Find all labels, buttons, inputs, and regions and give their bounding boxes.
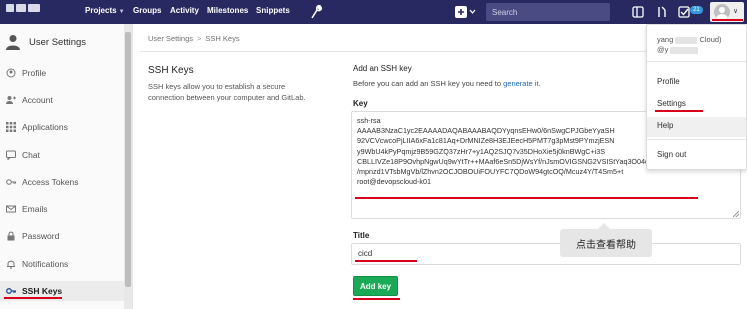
breadcrumb-current: SSH Keys <box>205 34 240 43</box>
nav-snippets[interactable]: Snippets <box>256 6 290 15</box>
key-icon <box>6 288 16 294</box>
search-input[interactable] <box>492 8 604 17</box>
sidebar-item-ssh-keys[interactable]: SSH Keys <box>6 286 62 296</box>
sidebar-item-account[interactable]: Account <box>6 95 53 105</box>
sidebar-item-emails[interactable]: Emails <box>6 204 48 214</box>
sidebar-item-chat[interactable]: Chat <box>6 150 40 160</box>
dropdown-username: yang <box>657 35 674 44</box>
textarea-resize-handle[interactable] <box>733 211 739 217</box>
page-description: SSH keys allow you to establish a secure… <box>148 82 306 102</box>
dropdown-handle: @y <box>657 45 669 54</box>
breadcrumb-separator: > <box>197 34 202 43</box>
nav-activity[interactable]: Activity <box>170 6 199 15</box>
form-heading: Add an SSH key <box>353 64 412 73</box>
sidebar-item-label: Profile <box>22 68 47 78</box>
key-label: Key <box>353 99 368 108</box>
redacted-block <box>670 46 699 54</box>
dropdown-item-help[interactable]: Help <box>657 121 673 130</box>
page-title: SSH Keys <box>148 65 194 76</box>
annotation-underline-key <box>355 197 698 199</box>
nav-groups[interactable]: Groups <box>133 6 161 15</box>
user-icon <box>6 35 20 50</box>
annotation-underline-settings <box>655 110 703 112</box>
key-icon <box>6 179 16 185</box>
profile-icon <box>6 68 16 78</box>
dropdown-item-settings[interactable]: Settings <box>657 99 686 108</box>
sidebar-item-label: Notifications <box>22 259 69 269</box>
gitlab-logo[interactable] <box>6 4 42 16</box>
dropdown-item-sign-out[interactable]: Sign out <box>657 150 686 159</box>
sidebar-toggle-icon[interactable] <box>631 5 645 19</box>
sidebar-item-label: SSH Keys <box>22 286 63 296</box>
sidebar-title: User Settings <box>29 36 87 48</box>
admin-wrench-icon[interactable] <box>308 4 322 20</box>
new-item-button[interactable] <box>453 5 477 19</box>
nav-milestones[interactable]: Milestones <box>207 6 248 15</box>
settings-sidebar: User Settings Profile Account Applicatio… <box>0 24 133 309</box>
top-navbar: Projects ▼ Groups Activity Milestones Sni… <box>0 0 747 24</box>
form-subtext: Before you can add an SSH key you need t… <box>353 79 541 88</box>
annotation-underline-title <box>355 260 417 262</box>
sidebar-header: User Settings <box>6 34 86 50</box>
sidebar-item-label: Chat <box>22 150 40 160</box>
plus-square-icon <box>455 6 476 18</box>
chevron-down-icon: ∨ <box>733 8 739 15</box>
nav-projects[interactable]: Projects ▼ <box>85 6 125 15</box>
sidebar-item-profile[interactable]: Profile <box>6 68 46 78</box>
sidebar-item-applications[interactable]: Applications <box>6 122 68 132</box>
sidebar-item-notifications[interactable]: Notifications <box>6 259 68 269</box>
bell-icon <box>7 260 15 269</box>
sidebar-item-label: Account <box>22 95 53 105</box>
merge-request-icon[interactable] <box>655 5 669 19</box>
envelope-icon <box>6 205 16 213</box>
sidebar-item-label: Applications <box>22 122 68 132</box>
applications-icon <box>6 122 16 132</box>
annotation-underline-add-key <box>353 298 400 300</box>
add-key-button[interactable]: Add key <box>353 276 398 296</box>
chat-icon <box>6 150 16 160</box>
search-box[interactable] <box>486 3 610 21</box>
generate-key-link[interactable]: generate it. <box>503 79 541 88</box>
redacted-block <box>675 36 698 44</box>
dropdown-user-info: yang Cloud) @y <box>657 35 722 55</box>
lock-icon <box>7 231 15 241</box>
dropdown-username-suffix: Cloud) <box>699 35 722 44</box>
sidebar-item-label: Password <box>22 231 60 241</box>
annotation-underline-avatar <box>712 19 743 21</box>
sidebar-item-label: Emails <box>22 204 48 214</box>
sidebar-item-password[interactable]: Password <box>6 231 59 241</box>
avatar <box>714 4 730 20</box>
form-subtext-text: Before you can add an SSH key you need t… <box>353 79 502 88</box>
sidebar-item-label: Access Tokens <box>22 177 79 187</box>
breadcrumb: User Settings > SSH Keys <box>148 34 240 43</box>
annotation-underline-ssh-keys <box>4 297 62 299</box>
dropdown-divider <box>647 139 746 140</box>
help-tooltip: 点击查看帮助 <box>560 223 652 257</box>
dropdown-item-profile[interactable]: Profile <box>657 77 680 86</box>
chevron-down-icon: ▼ <box>118 9 125 15</box>
sidebar-item-access-tokens[interactable]: Access Tokens <box>6 177 79 187</box>
title-label: Title <box>353 231 370 240</box>
breadcrumb-parent-link[interactable]: User Settings <box>148 34 193 43</box>
user-dropdown-menu: yang Cloud) @y Profile Settings Help Sig… <box>646 24 747 170</box>
nav-projects-label: Projects <box>85 6 117 15</box>
dropdown-divider <box>647 61 746 62</box>
sidebar-scrollbar-thumb[interactable] <box>125 32 131 287</box>
key-line: root@devopscloud-k01 <box>357 177 432 187</box>
account-icon <box>6 96 16 104</box>
todo-count-badge: 21 <box>690 6 703 14</box>
